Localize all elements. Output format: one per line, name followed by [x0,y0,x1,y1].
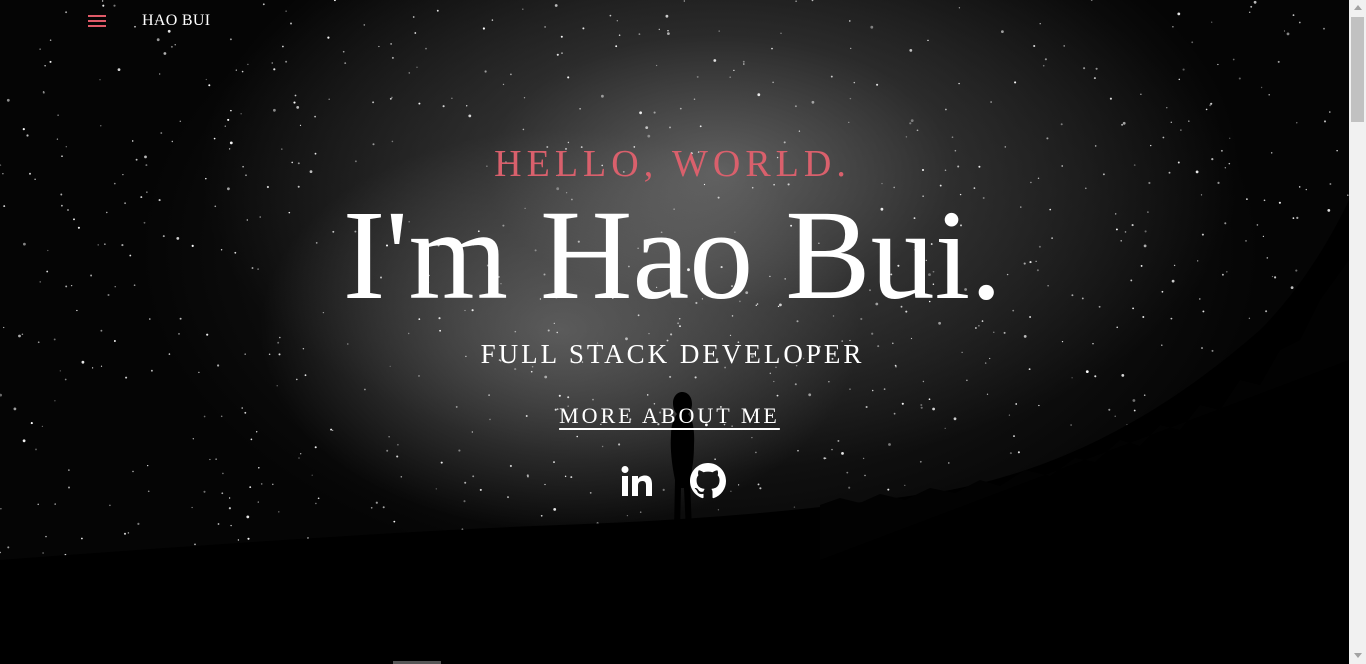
more-about-me-link[interactable]: MORE ABOUT ME [559,403,780,428]
hamburger-menu-icon[interactable] [88,14,108,29]
linkedin-icon [621,466,652,496]
hero-cta: MORE ABOUT ME [0,403,1339,429]
github-icon [690,463,726,499]
brand-link[interactable]: HAO BUI [142,12,210,30]
hero-title: I'm Hao Bui. [342,184,1003,326]
hillside-silhouette [0,200,1349,664]
social-links [618,463,738,503]
hero-greeting: HELLO, WORLD. [494,143,851,185]
linkedin-link[interactable] [618,463,658,503]
scroll-thumb[interactable] [1351,17,1364,122]
top-nav: HAO BUI [0,0,1349,44]
github-link[interactable] [690,463,730,503]
starry-sky-background [0,0,1349,664]
page-scrollbar[interactable] [1349,0,1366,664]
page: HAO BUI HELLO, WORLD. I'm Hao Bui. FULL … [0,0,1366,664]
scroll-down-arrow-icon[interactable] [1354,653,1362,658]
scroll-up-arrow-icon[interactable] [1354,5,1362,10]
hero-subtitle: FULL STACK DEVELOPER [480,339,865,369]
